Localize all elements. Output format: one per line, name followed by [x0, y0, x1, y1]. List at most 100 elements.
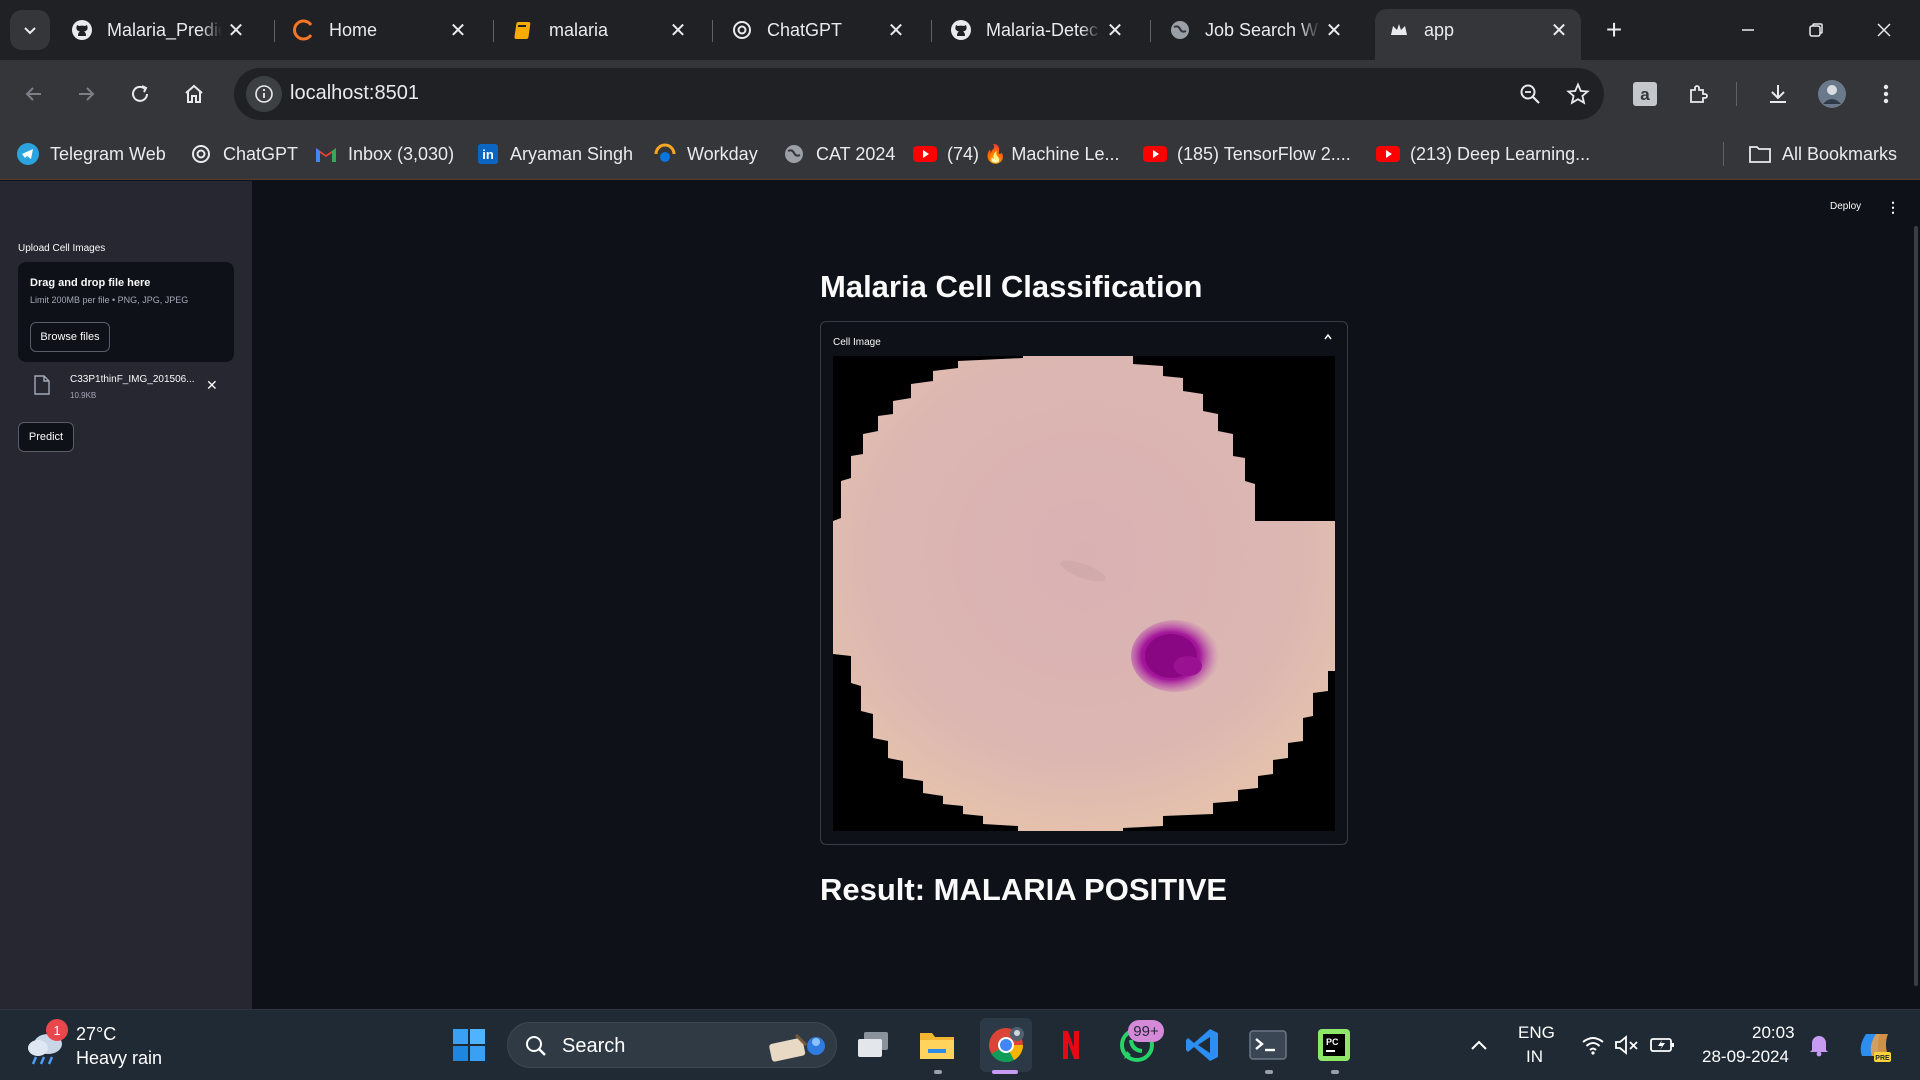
youtube-icon — [1376, 142, 1400, 166]
scrollbar[interactable] — [1914, 226, 1918, 986]
tab-title: Malaria-Detec — [986, 19, 1099, 40]
bookmark-label: Aryaman Singh — [510, 143, 634, 164]
tray-overflow-icon[interactable] — [1458, 1024, 1500, 1066]
deploy-button[interactable]: Deploy — [1830, 201, 1861, 212]
site-info-icon[interactable] — [246, 76, 282, 112]
upload-label: Upload Cell Images — [18, 243, 106, 254]
chrome-taskbar-icon[interactable] — [980, 1018, 1032, 1072]
dropzone-title: Drag and drop file here — [30, 277, 151, 289]
url-text[interactable]: localhost:8501 — [290, 82, 419, 105]
forward-button[interactable] — [64, 72, 108, 116]
tab-home[interactable]: Home ✕ — [280, 9, 480, 51]
bookmark-machine-learning[interactable]: (74) 🔥 Machine Le... — [913, 138, 1120, 170]
svg-text:in: in — [482, 147, 494, 162]
battery-charging-icon[interactable] — [1642, 1024, 1684, 1066]
file-dropzone[interactable]: Drag and drop file here Limit 200MB per … — [18, 262, 234, 362]
profile-avatar[interactable] — [1810, 72, 1854, 116]
close-icon[interactable]: ✕ — [664, 16, 692, 44]
chevron-up-icon[interactable] — [1323, 332, 1333, 345]
bookmark-cat[interactable]: CAT 2024 — [782, 138, 895, 170]
temperature[interactable]: 27°C — [76, 1024, 116, 1045]
terminal-icon[interactable] — [1247, 1024, 1289, 1066]
minimize-icon — [1742, 29, 1754, 31]
bookmark-label: ChatGPT — [223, 143, 299, 164]
expander-label[interactable]: Cell Image — [833, 337, 881, 348]
close-icon[interactable]: ✕ — [1320, 16, 1348, 44]
home-button[interactable] — [172, 72, 216, 116]
download-icon[interactable] — [1756, 72, 1800, 116]
windows-start-icon[interactable] — [448, 1024, 490, 1066]
main-menu-icon[interactable]: ⋮ — [1886, 199, 1900, 216]
globe-icon — [782, 142, 806, 166]
orange-ring-icon — [293, 19, 315, 41]
bookmark-chatgpt[interactable]: ChatGPT — [189, 138, 298, 170]
language-top[interactable]: ENG — [1518, 1023, 1555, 1043]
tab-title: Malaria_Predic — [107, 19, 222, 40]
restore-button[interactable] — [1796, 10, 1836, 50]
copilot-icon[interactable]: PRE — [1852, 1024, 1894, 1066]
streamlit-app: Upload Cell Images Drag and drop file he… — [0, 181, 1920, 1009]
chrome-menu-icon[interactable] — [1864, 72, 1908, 116]
zoom-icon[interactable] — [1508, 72, 1552, 116]
bookmark-tensorflow[interactable]: (185) TensorFlow 2.... — [1143, 138, 1351, 170]
netflix-icon[interactable] — [1050, 1024, 1092, 1066]
bookmark-inbox[interactable]: Inbox (3,030) — [314, 138, 454, 170]
bookmark-deep-learning[interactable]: (213) Deep Learning... — [1376, 138, 1590, 170]
chevron-down-icon — [24, 27, 36, 35]
predict-button[interactable]: Predict — [18, 422, 74, 452]
all-bookmarks-button[interactable]: All Bookmarks — [1748, 138, 1897, 170]
tab-job-search[interactable]: Job Search W ✕ — [1156, 9, 1356, 51]
tab-app-active[interactable]: app ✕ — [1375, 9, 1581, 60]
weather-description[interactable]: Heavy rain — [76, 1048, 162, 1069]
bookmark-aryaman[interactable]: in Aryaman Singh — [476, 138, 633, 170]
file-size: 10.9KB — [70, 391, 97, 400]
active-indicator — [992, 1070, 1018, 1074]
bookmark-telegram[interactable]: Telegram Web — [16, 138, 166, 170]
close-icon[interactable]: ✕ — [1545, 16, 1573, 44]
close-icon — [1877, 23, 1891, 37]
remove-file-icon[interactable]: ✕ — [206, 377, 218, 394]
file-explorer-icon[interactable] — [916, 1024, 958, 1066]
notification-bell-icon[interactable] — [1798, 1024, 1840, 1066]
taskbar-search[interactable]: Search — [507, 1022, 837, 1068]
clock-date[interactable]: 28-09-2024 — [1702, 1047, 1789, 1067]
tab-malaria-detec[interactable]: Malaria-Detec ✕ — [937, 9, 1137, 51]
search-placeholder: Search — [562, 1035, 626, 1057]
pycharm-icon[interactable]: PC — [1313, 1024, 1355, 1066]
tab-strip: Malaria_Predic ✕ Home ✕ malaria ✕ ChatGP… — [0, 0, 1920, 60]
bookmarks-separator — [1723, 142, 1724, 166]
tab-malaria[interactable]: malaria ✕ — [500, 9, 700, 51]
youtube-icon — [1143, 142, 1167, 166]
bookmark-label: (185) TensorFlow 2.... — [1177, 143, 1351, 164]
reload-button[interactable] — [118, 72, 162, 116]
bookmark-workday[interactable]: Workday — [653, 138, 758, 170]
tab-chatgpt[interactable]: ChatGPT ✕ — [718, 9, 918, 51]
tab-malaria-predic[interactable]: Malaria_Predic ✕ — [58, 9, 258, 51]
task-view-icon[interactable] — [852, 1024, 894, 1066]
back-button[interactable] — [12, 72, 56, 116]
language-bottom[interactable]: IN — [1526, 1047, 1543, 1067]
minimize-button[interactable] — [1728, 10, 1768, 50]
bookmark-star-icon[interactable] — [1556, 72, 1600, 116]
close-icon[interactable]: ✕ — [444, 16, 472, 44]
address-bar[interactable]: localhost:8501 — [234, 68, 1604, 120]
tab-separator — [1150, 20, 1151, 42]
bookmark-label: Telegram Web — [50, 143, 166, 164]
browse-files-button[interactable]: Browse files — [30, 322, 110, 352]
bookmarks-bar: Telegram Web ChatGPT Inbox (3,030) in Ar… — [0, 128, 1920, 180]
new-tab-button[interactable]: + — [1598, 14, 1630, 46]
close-icon[interactable]: ✕ — [222, 16, 250, 44]
amazon-extension-icon[interactable]: a — [1623, 72, 1667, 116]
clock-time[interactable]: 20:03 — [1752, 1023, 1795, 1043]
running-indicator — [1331, 1070, 1339, 1074]
close-icon[interactable]: ✕ — [1101, 16, 1129, 44]
globe-icon — [1169, 19, 1191, 41]
vscode-icon[interactable] — [1181, 1024, 1223, 1066]
close-icon[interactable]: ✕ — [882, 16, 910, 44]
close-window-button[interactable] — [1864, 10, 1904, 50]
tab-title: malaria — [549, 19, 609, 40]
tab-search-button[interactable] — [10, 10, 50, 50]
extensions-puzzle-icon[interactable] — [1677, 72, 1721, 116]
github-icon — [71, 19, 93, 41]
restore-icon — [1809, 23, 1823, 37]
